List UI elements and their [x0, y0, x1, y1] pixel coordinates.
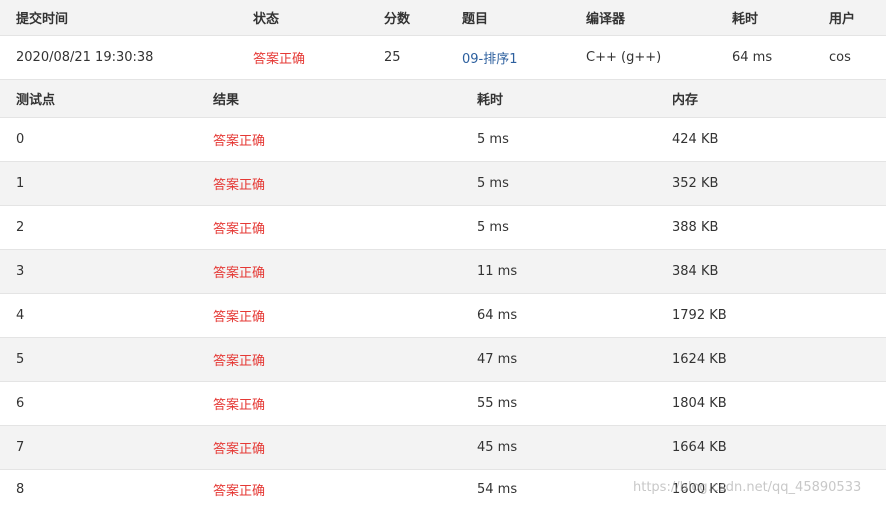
- user-value: cos: [829, 50, 851, 65]
- table-row: 5 答案正确 47 ms 1624 KB: [0, 338, 886, 382]
- summary-header-row: 提交时间 状态 分数 题目 编译器 耗时 用户: [0, 0, 886, 36]
- testcase-memory: 1792 KB: [672, 308, 727, 323]
- testcase-memory: 352 KB: [672, 176, 719, 191]
- table-row: 1 答案正确 5 ms 352 KB: [0, 162, 886, 206]
- testcase-id: 1: [16, 176, 25, 191]
- testcase-id: 5: [16, 352, 25, 367]
- testcase-memory: 384 KB: [672, 264, 719, 279]
- table-row: 8 答案正确 54 ms 1600 KB: [0, 470, 886, 509]
- testcase-memory: 424 KB: [672, 132, 719, 147]
- header-testcase: 测试点: [16, 93, 56, 108]
- testcase-result: 答案正确: [213, 310, 266, 325]
- status-badge: 答案正确: [253, 52, 306, 67]
- testcase-memory: 1624 KB: [672, 352, 727, 367]
- testcase-result: 答案正确: [213, 484, 266, 499]
- compiler-value: C++ (g++): [586, 50, 662, 65]
- testcase-id: 0: [16, 132, 25, 147]
- testcase-result: 答案正确: [213, 398, 266, 413]
- testcase-id: 8: [16, 482, 25, 497]
- elapsed-value: 64 ms: [732, 50, 773, 65]
- table-row: 2 答案正确 5 ms 388 KB: [0, 206, 886, 250]
- testcase-time: 54 ms: [477, 482, 518, 497]
- table-row: 0 答案正确 5 ms 424 KB: [0, 118, 886, 162]
- header-submit-time: 提交时间: [16, 12, 69, 27]
- problem-link[interactable]: 09-排序1: [462, 48, 518, 67]
- table-row: 3 答案正确 11 ms 384 KB: [0, 250, 886, 294]
- testcase-memory: 388 KB: [672, 220, 719, 235]
- problem-cell: 09-排序1: [462, 36, 518, 79]
- testcase-time: 5 ms: [477, 176, 509, 191]
- testcase-result: 答案正确: [213, 134, 266, 149]
- header-status: 状态: [253, 12, 280, 27]
- header-score: 分数: [384, 12, 411, 27]
- testcase-memory: 1664 KB: [672, 440, 727, 455]
- testcase-result: 答案正确: [213, 222, 266, 237]
- testcase-result: 答案正确: [213, 266, 266, 281]
- testcase-time: 45 ms: [477, 440, 518, 455]
- testcase-time: 64 ms: [477, 308, 518, 323]
- header-compiler: 编译器: [586, 12, 626, 27]
- testcase-time: 11 ms: [477, 264, 518, 279]
- header-problem: 题目: [462, 12, 489, 27]
- summary-row: 2020/08/21 19:30:38 答案正确 25 09-排序1 C++ (…: [0, 36, 886, 80]
- testcase-id: 4: [16, 308, 25, 323]
- testcase-result: 答案正确: [213, 442, 266, 457]
- testcase-id: 7: [16, 440, 25, 455]
- header-elapsed: 耗时: [732, 12, 759, 27]
- testcase-id: 2: [16, 220, 25, 235]
- header-user: 用户: [829, 12, 856, 27]
- testcase-id: 3: [16, 264, 25, 279]
- testcase-result: 答案正确: [213, 354, 266, 369]
- table-row: 7 答案正确 45 ms 1664 KB: [0, 426, 886, 470]
- header-result: 结果: [213, 93, 240, 108]
- tests-header-row: 测试点 结果 耗时 内存: [0, 80, 886, 118]
- score-value: 25: [384, 50, 401, 65]
- header-memory: 内存: [672, 93, 699, 108]
- testcase-time: 5 ms: [477, 132, 509, 147]
- testcase-memory: 1600 KB: [672, 482, 727, 497]
- testcase-time: 5 ms: [477, 220, 509, 235]
- testcase-time: 55 ms: [477, 396, 518, 411]
- table-row: 6 答案正确 55 ms 1804 KB: [0, 382, 886, 426]
- testcase-time: 47 ms: [477, 352, 518, 367]
- table-row: 4 答案正确 64 ms 1792 KB: [0, 294, 886, 338]
- submit-time: 2020/08/21 19:30:38: [16, 50, 154, 65]
- testcase-memory: 1804 KB: [672, 396, 727, 411]
- header-time: 耗时: [477, 93, 504, 108]
- submission-result-page: 提交时间 状态 分数 题目 编译器 耗时 用户 2020/08/21 19:30…: [0, 0, 886, 509]
- testcase-result: 答案正确: [213, 178, 266, 193]
- testcase-id: 6: [16, 396, 25, 411]
